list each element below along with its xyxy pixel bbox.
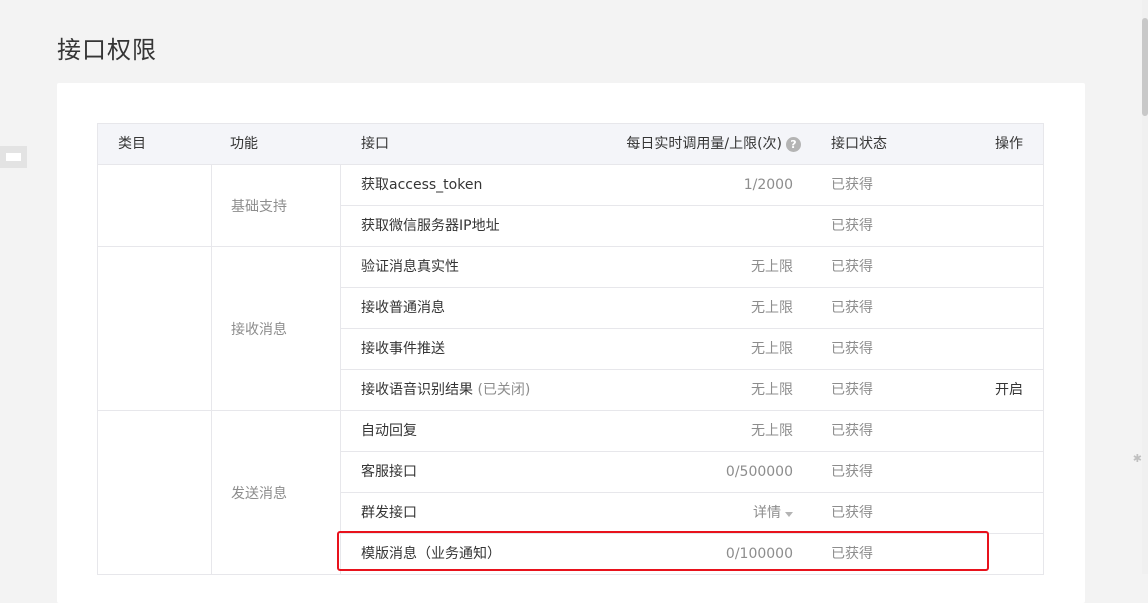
function-label: 发送消息: [211, 411, 341, 574]
header-status: 接口状态: [831, 136, 887, 152]
status-value: 已获得: [831, 300, 873, 316]
status-value: 已获得: [831, 218, 873, 234]
header-category: 类目: [118, 136, 146, 152]
interface-name: 接收事件推送: [361, 341, 445, 357]
question-icon[interactable]: ?: [786, 136, 801, 152]
table-row: 自动回复 无上限 已获得: [341, 411, 1043, 452]
interface-name: 获取微信服务器IP地址: [361, 218, 500, 234]
interface-name: 群发接口: [361, 505, 417, 521]
table-row: 接收普通消息 无上限 已获得: [341, 288, 1043, 329]
status-value: 已获得: [831, 505, 873, 521]
page-title: 接口权限: [57, 36, 157, 65]
table-row: 接收语音识别结果 (已关闭) 无上限 已获得 开启: [341, 370, 1043, 410]
table-row: 客服接口 0/500000 已获得: [341, 452, 1043, 493]
table-row: 获取access_token 1/2000 已获得: [341, 165, 1043, 206]
interface-name-text: 接收语音识别结果: [361, 382, 473, 398]
table-row: 群发接口 详情 已获得: [341, 493, 1043, 534]
enable-link[interactable]: 开启: [995, 370, 1023, 410]
interface-name: 客服接口: [361, 464, 417, 480]
details-dropdown[interactable]: 详情: [753, 493, 793, 533]
quota-value: 0/500000: [725, 464, 793, 480]
table-row: 验证消息真实性 无上限 已获得: [341, 247, 1043, 288]
interface-name: 接收语音识别结果 (已关闭): [361, 370, 530, 410]
status-value: 已获得: [831, 382, 873, 398]
quota-value: 无上限: [751, 423, 793, 439]
interface-name: 自动回复: [361, 423, 417, 439]
table-row: 接收事件推送 无上限 已获得: [341, 329, 1043, 370]
details-label: 详情: [753, 505, 781, 521]
header-operation: 操作: [995, 136, 1023, 152]
function-group: 基础支持 获取access_token 1/2000 已获得 获取微信服务器IP…: [98, 165, 1043, 247]
closed-note: (已关闭): [477, 382, 531, 398]
status-value: 已获得: [831, 177, 873, 193]
quota-value: 无上限: [751, 259, 793, 275]
pin-icon[interactable]: ✱: [1133, 452, 1142, 465]
table-header: 类目 功能 接口 每日实时调用量/上限(次) ? 接口状态 操作: [98, 124, 1043, 165]
function-label: 接收消息: [211, 247, 341, 410]
chevron-down-icon: [785, 511, 793, 517]
interface-name: 接收普通消息: [361, 300, 445, 316]
status-value: 已获得: [831, 423, 873, 439]
quota-value: 无上限: [751, 341, 793, 357]
quota-value: 无上限: [751, 382, 793, 398]
table-body: 基础支持 获取access_token 1/2000 已获得 获取微信服务器IP…: [98, 165, 1043, 574]
table-row: 获取微信服务器IP地址 已获得: [341, 206, 1043, 246]
status-value: 已获得: [831, 341, 873, 357]
status-value: 已获得: [831, 464, 873, 480]
function-label: 基础支持: [211, 165, 341, 246]
interface-name: 获取access_token: [361, 177, 483, 193]
quota-value: 无上限: [751, 300, 793, 316]
quota-value: 1/2000: [743, 177, 793, 193]
header-quota-label: 每日实时调用量/上限(次): [626, 136, 782, 152]
header-interface: 接口: [361, 136, 389, 152]
interface-name: 验证消息真实性: [361, 259, 459, 275]
status-value: 已获得: [831, 259, 873, 275]
header-quota: 每日实时调用量/上限(次) ?: [626, 124, 801, 164]
side-collapse-tab[interactable]: [0, 146, 27, 168]
interface-permission-table: 类目 功能 接口 每日实时调用量/上限(次) ? 接口状态 操作 基础支持 获取…: [97, 123, 1044, 575]
scrollbar-thumb[interactable]: [1142, 18, 1148, 116]
highlight-box: [337, 531, 989, 571]
permissions-card: 类目 功能 接口 每日实时调用量/上限(次) ? 接口状态 操作 基础支持 获取…: [57, 83, 1085, 603]
header-function: 功能: [230, 136, 258, 152]
function-group: 接收消息 验证消息真实性 无上限 已获得 接收普通消息 无上限 已获得 接收事件…: [98, 247, 1043, 411]
